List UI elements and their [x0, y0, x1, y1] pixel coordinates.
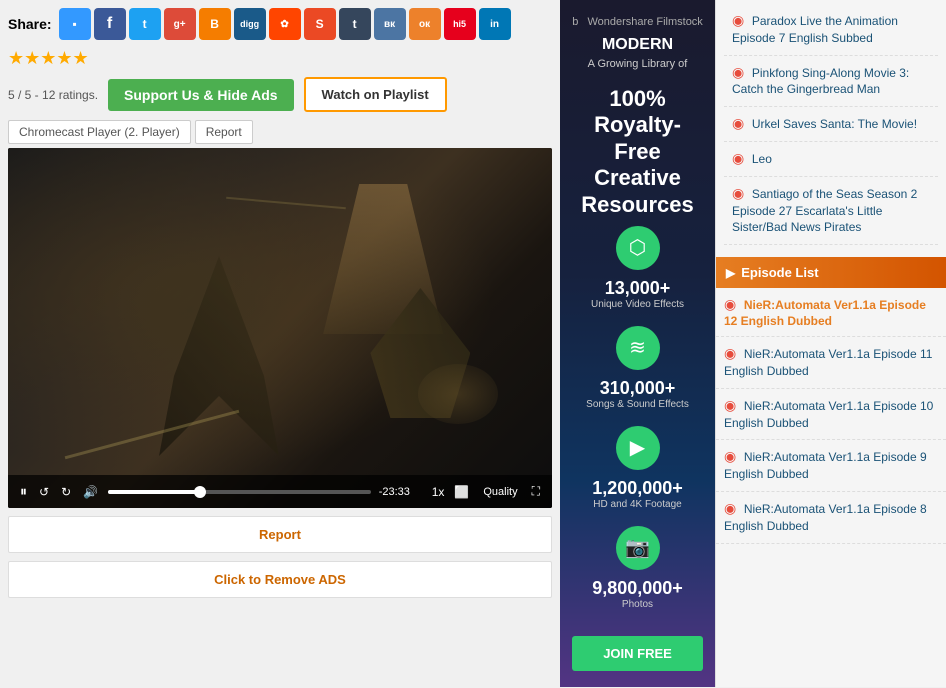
- facebook-icon[interactable]: f: [94, 8, 126, 40]
- blogger-icon[interactable]: B: [199, 8, 231, 40]
- right-dot-3: ◉: [732, 150, 744, 166]
- episode-item-0[interactable]: ◉ NieR:Automata Ver1.1a Episode 12 Engli…: [716, 288, 946, 337]
- right-link-1[interactable]: Pinkfong Sing-Along Movie 3: Catch the G…: [732, 66, 909, 97]
- right-item-0[interactable]: ◉ Paradox Live the Animation Episode 7 E…: [724, 4, 938, 56]
- twitter-icon[interactable]: t: [129, 8, 161, 40]
- ad-stat-1: 13,000+: [572, 278, 703, 299]
- ad-feature-4: 📷: [616, 526, 660, 570]
- video-controls: ⏸ ↺ ↻ 🔊 -23:33 1x ⬜ Quality ⛶: [8, 475, 552, 508]
- right-link-4[interactable]: Santiago of the Seas Season 2 Episode 27…: [732, 187, 917, 235]
- tumblr-icon[interactable]: t: [339, 8, 371, 40]
- digg-icon[interactable]: digg: [234, 8, 266, 40]
- ep-dot-1: ◉: [724, 345, 736, 361]
- volume-button[interactable]: 🔊: [81, 483, 100, 501]
- progress-bar[interactable]: [108, 490, 371, 494]
- right-link-2[interactable]: Urkel Saves Santa: The Movie!: [752, 117, 917, 131]
- ad-stat-label-2: Songs & Sound Effects: [572, 399, 703, 410]
- episode-section: ▶ Episode List ◉ NieR:Automata Ver1.1a E…: [716, 257, 946, 543]
- ad-brand: MODERN: [572, 36, 703, 54]
- episode-item-3[interactable]: ◉ NieR:Automata Ver1.1a Episode 9 Englis…: [716, 440, 946, 492]
- linkedin-icon[interactable]: in: [479, 8, 511, 40]
- star-rating[interactable]: ★★★★★: [8, 48, 89, 69]
- quality-button[interactable]: Quality: [479, 484, 521, 500]
- right-dot-1: ◉: [732, 64, 744, 80]
- ep-link-1[interactable]: NieR:Automata Ver1.1a Episode 11 English…: [724, 347, 932, 378]
- right-item-3[interactable]: ◉ Leo: [724, 142, 938, 177]
- report-bar[interactable]: Report: [8, 516, 552, 553]
- progress-fill: [108, 490, 200, 494]
- ad-feature-3: ▶: [616, 426, 660, 470]
- support-hide-ads-button[interactable]: Support Us & Hide Ads: [108, 79, 294, 111]
- right-link-3[interactable]: Leo: [752, 152, 772, 166]
- episode-header-arrow-icon: ▶: [726, 266, 735, 280]
- rating-text: 5 / 5 - 12 ratings.: [8, 88, 98, 102]
- forward-button[interactable]: ↻: [59, 483, 73, 501]
- ad-content: b Wondershare Filmstock MODERN A Growing…: [560, 0, 715, 687]
- video-player[interactable]: ⏸ ↺ ↻ 🔊 -23:33 1x ⬜ Quality ⛶: [8, 148, 552, 508]
- ad-logo: b Wondershare Filmstock: [572, 16, 703, 28]
- watch-playlist-button[interactable]: Watch on Playlist: [304, 77, 447, 112]
- episode-item-1[interactable]: ◉ NieR:Automata Ver1.1a Episode 11 Engli…: [716, 337, 946, 389]
- ad-stat-label-1: Unique Video Effects: [572, 299, 703, 310]
- ad-feature-2: ≋: [616, 326, 660, 370]
- ep-link-2[interactable]: NieR:Automata Ver1.1a Episode 10 English…: [724, 399, 933, 430]
- chromecast-player-button[interactable]: Chromecast Player (2. Player): [8, 120, 191, 144]
- time-display: -23:33: [379, 486, 424, 498]
- ratings-row: ★★★★★: [8, 48, 552, 69]
- remove-ads-bar[interactable]: Click to Remove ADS: [8, 561, 552, 598]
- ep-dot-0: ◉: [724, 296, 736, 312]
- ad-panel: b Wondershare Filmstock MODERN A Growing…: [560, 0, 715, 687]
- right-dot-4: ◉: [732, 185, 744, 201]
- googleplus-icon[interactable]: g+: [164, 8, 196, 40]
- hi5-icon[interactable]: hi5: [444, 8, 476, 40]
- ad-stat-3: 1,200,000+: [572, 478, 703, 499]
- ad-stat-label-3: HD and 4K Footage: [572, 499, 703, 510]
- stumbleupon-icon[interactable]: S: [304, 8, 336, 40]
- ep-link-4[interactable]: NieR:Automata Ver1.1a Episode 8 English …: [724, 502, 927, 533]
- ad-join-button[interactable]: JOIN FREE: [572, 636, 703, 671]
- speed-button[interactable]: 1x: [432, 485, 445, 499]
- fullscreen-button[interactable]: ⛶: [530, 482, 542, 501]
- pause-button[interactable]: ⏸: [18, 481, 29, 502]
- ep-dot-3: ◉: [724, 448, 736, 464]
- delicious-icon[interactable]: ▪: [59, 8, 91, 40]
- ad-big-text: 100%Royalty-FreeCreative Resources: [572, 86, 703, 218]
- episode-header: ▶ Episode List: [716, 257, 946, 288]
- right-link-0[interactable]: Paradox Live the Animation Episode 7 Eng…: [732, 14, 898, 45]
- rewind-button[interactable]: ↺: [37, 483, 51, 501]
- share-bar: Share: ▪ f t g+ B digg ✿ S t вк ок hi5 i…: [8, 8, 552, 40]
- ad-tagline: A Growing Library of: [572, 58, 703, 70]
- report-label: Report: [259, 527, 301, 542]
- progress-thumb: [194, 486, 206, 498]
- player-context-bar: Chromecast Player (2. Player) Report: [8, 120, 552, 144]
- report-context-button[interactable]: Report: [195, 120, 253, 144]
- ok-icon[interactable]: ок: [409, 8, 441, 40]
- reddit-icon[interactable]: ✿: [269, 8, 301, 40]
- ad-stat-4: 9,800,000+: [572, 578, 703, 599]
- episode-item-4[interactable]: ◉ NieR:Automata Ver1.1a Episode 8 Englis…: [716, 492, 946, 544]
- episode-item-2[interactable]: ◉ NieR:Automata Ver1.1a Episode 10 Engli…: [716, 389, 946, 441]
- video-background: [8, 148, 552, 508]
- right-dot-2: ◉: [732, 115, 744, 131]
- right-item-4[interactable]: ◉ Santiago of the Seas Season 2 Episode …: [724, 177, 938, 245]
- episode-header-label: Episode List: [741, 265, 818, 280]
- ep-dot-2: ◉: [724, 397, 736, 413]
- pip-button[interactable]: ⬜: [452, 483, 471, 501]
- right-item-2[interactable]: ◉ Urkel Saves Santa: The Movie!: [724, 107, 938, 142]
- right-item-1[interactable]: ◉ Pinkfong Sing-Along Movie 3: Catch the…: [724, 56, 938, 108]
- remove-ads-label: Click to Remove ADS: [214, 572, 346, 587]
- right-panel: ◉ Paradox Live the Animation Episode 7 E…: [715, 0, 946, 687]
- ad-stat-label-4: Photos: [572, 599, 703, 610]
- ad-stat-2: 310,000+: [572, 378, 703, 399]
- ep-dot-4: ◉: [724, 500, 736, 516]
- share-label: Share:: [8, 16, 52, 32]
- right-dot-0: ◉: [732, 12, 744, 28]
- ep-link-3[interactable]: NieR:Automata Ver1.1a Episode 9 English …: [724, 450, 927, 481]
- ep-link-0[interactable]: NieR:Automata Ver1.1a Episode 12 English…: [724, 298, 926, 328]
- right-top-list: ◉ Paradox Live the Animation Episode 7 E…: [716, 0, 946, 253]
- ad-feature-1: ⬡: [616, 226, 660, 270]
- vk-icon[interactable]: вк: [374, 8, 406, 40]
